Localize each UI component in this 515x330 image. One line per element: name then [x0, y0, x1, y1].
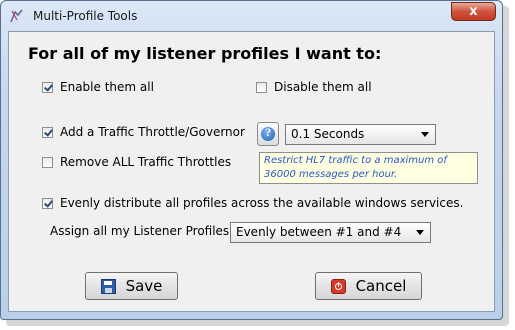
chevron-down-icon — [421, 132, 429, 137]
chevron-down-icon — [416, 230, 424, 235]
save-button[interactable]: Save — [85, 272, 178, 300]
close-button[interactable]: x — [451, 2, 496, 21]
close-icon: x — [469, 4, 478, 19]
checkbox-unchecked-icon[interactable] — [42, 156, 53, 168]
window-title: Multi-Profile Tools — [33, 9, 138, 23]
remove-throttles-label: Remove ALL Traffic Throttles — [60, 155, 232, 169]
dialog-body: For all of my listener profiles I want t… — [8, 31, 495, 312]
dialog-window: Multi-Profile Tools x For all of my list… — [0, 0, 503, 320]
app-icon — [10, 9, 23, 23]
disable-all-checkbox[interactable]: Disable them all — [256, 80, 372, 94]
add-throttle-checkbox[interactable]: Add a Traffic Throttle/Governor — [42, 125, 245, 139]
disable-all-label: Disable them all — [274, 80, 372, 94]
throttle-interval-dropdown[interactable]: 0.1 Seconds — [285, 124, 436, 145]
throttle-tooltip: Restrict HL7 traffic to a maximum of 360… — [259, 152, 478, 184]
checkbox-checked-icon[interactable] — [42, 81, 53, 93]
title-bar[interactable]: Multi-Profile Tools x — [1, 1, 502, 31]
checkbox-checked-icon[interactable] — [42, 126, 53, 138]
save-icon — [100, 278, 116, 294]
help-icon: ? — [261, 127, 275, 141]
assign-profiles-value: Evenly between #1 and #4 — [236, 225, 402, 239]
cancel-button-label: Cancel — [355, 277, 407, 295]
distribute-checkbox[interactable]: Evenly distribute all profiles across th… — [42, 196, 463, 210]
add-throttle-label: Add a Traffic Throttle/Governor — [60, 125, 245, 139]
cancel-button[interactable]: Cancel — [315, 272, 422, 300]
assign-profiles-label: Assign all my Listener Profiles — [50, 224, 230, 238]
distribute-label: Evenly distribute all profiles across th… — [60, 196, 464, 210]
remove-throttles-checkbox[interactable]: Remove ALL Traffic Throttles — [42, 155, 231, 169]
enable-all-checkbox[interactable]: Enable them all — [42, 80, 154, 94]
assign-profiles-dropdown[interactable]: Evenly between #1 and #4 — [230, 222, 431, 243]
enable-all-label: Enable them all — [60, 80, 154, 94]
checkbox-checked-icon[interactable] — [42, 197, 53, 209]
checkbox-unchecked-icon[interactable] — [256, 81, 267, 93]
power-icon — [330, 278, 346, 294]
page-title: For all of my listener profiles I want t… — [28, 44, 382, 63]
help-button[interactable]: ? — [257, 122, 279, 146]
throttle-interval-value: 0.1 Seconds — [291, 127, 365, 141]
save-button-label: Save — [125, 277, 163, 295]
